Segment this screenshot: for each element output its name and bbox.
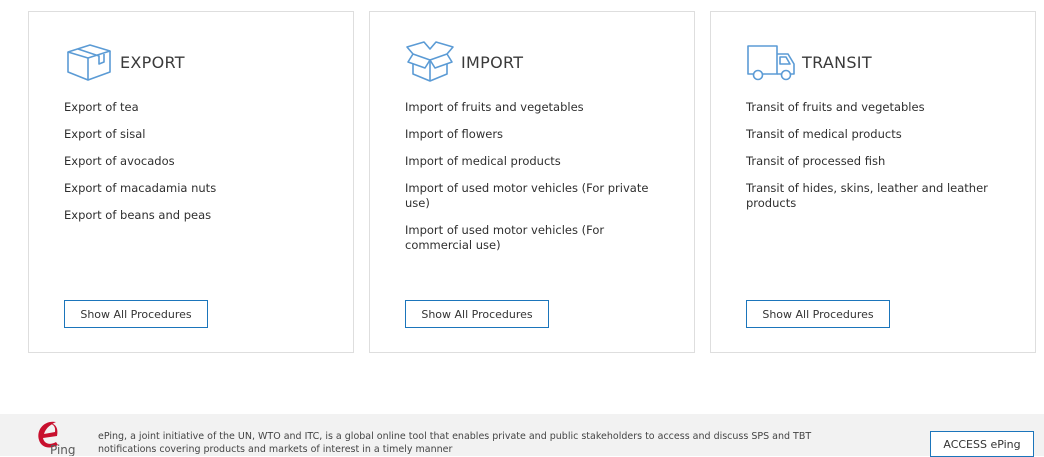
export-card: EXPORT Export of tea Export of sisal Exp… xyxy=(28,11,354,353)
export-procedure-list: Export of tea Export of sisal Export of … xyxy=(64,100,313,235)
procedure-link[interactable]: Import of used motor vehicles (For priva… xyxy=(405,181,654,211)
procedure-link[interactable]: Import of flowers xyxy=(405,127,654,142)
procedure-link[interactable]: Export of tea xyxy=(64,100,313,115)
procedure-link[interactable]: Transit of hides, skins, leather and lea… xyxy=(746,181,995,211)
open-box-icon xyxy=(406,41,454,82)
procedure-link[interactable]: Export of sisal xyxy=(64,127,313,142)
procedure-link[interactable]: Transit of processed fish xyxy=(746,154,995,169)
import-card-title: IMPORT xyxy=(461,52,524,72)
export-card-header: EXPORT xyxy=(64,40,185,84)
import-procedure-list: Import of fruits and vegetables Import o… xyxy=(405,100,654,265)
export-show-all-button[interactable]: Show All Procedures xyxy=(64,300,208,328)
import-show-all-button[interactable]: Show All Procedures xyxy=(405,300,549,328)
eping-logo-icon: Ping xyxy=(38,421,76,456)
procedure-link[interactable]: Export of avocados xyxy=(64,154,313,169)
transit-show-all-button[interactable]: Show All Procedures xyxy=(746,300,890,328)
procedure-link[interactable]: Import of fruits and vegetables xyxy=(405,100,654,115)
procedure-link[interactable]: Transit of medical products xyxy=(746,127,995,142)
eping-logo-text: Ping xyxy=(50,443,76,456)
transit-procedure-list: Transit of fruits and vegetables Transit… xyxy=(746,100,995,223)
procedure-link[interactable]: Import of used motor vehicles (For comme… xyxy=(405,223,654,253)
import-card-header: IMPORT xyxy=(405,40,523,84)
box-icon xyxy=(67,44,111,81)
export-card-title: EXPORT xyxy=(120,52,185,72)
truck-icon xyxy=(747,45,795,81)
access-eping-button[interactable]: ACCESS ePing xyxy=(930,431,1034,457)
procedure-link[interactable]: Export of beans and peas xyxy=(64,208,313,223)
import-card: IMPORT Import of fruits and vegetables I… xyxy=(369,11,695,353)
transit-card: TRANSIT Transit of fruits and vegetables… xyxy=(710,11,1036,353)
procedure-link[interactable]: Import of medical products xyxy=(405,154,654,169)
procedure-link[interactable]: Export of macadamia nuts xyxy=(64,181,313,196)
transit-card-title: TRANSIT xyxy=(802,52,872,72)
procedure-link[interactable]: Transit of fruits and vegetables xyxy=(746,100,995,115)
transit-card-header: TRANSIT xyxy=(746,40,872,84)
eping-description: ePing, a joint initiative of the UN, WTO… xyxy=(98,431,812,455)
